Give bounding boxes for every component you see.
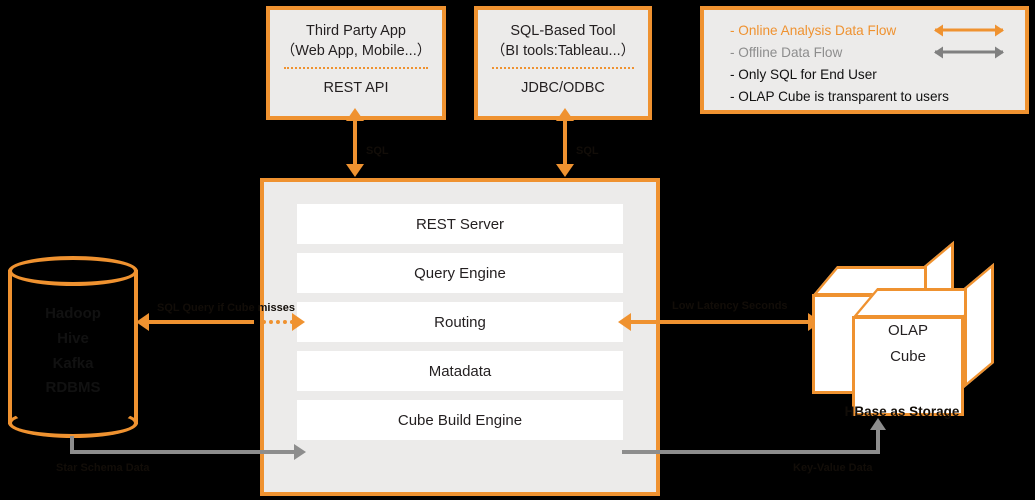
sql-flow-right-arrowhead-up — [556, 108, 574, 121]
offline-right-arrowhead-up — [870, 418, 886, 430]
legend-item-olap-transparent: - OLAP Cube is transparent to users — [704, 85, 1025, 107]
olap-cube-label-line2: Cube — [890, 348, 926, 366]
key-value-data-label: Key-Value Data — [793, 462, 873, 474]
third-party-app-box[interactable]: Third Party App （Web App, Mobile...） RES… — [266, 6, 446, 120]
datasource-label-hive: Hive — [57, 329, 89, 347]
datasource-labels: Hadoop Hive Kafka RDBMS — [8, 302, 138, 401]
low-latency-flow-label: Low Latency Seconds — [672, 300, 788, 312]
service-row-routing[interactable]: Routing — [297, 302, 623, 342]
legend-item-online-analysis: - Online Analysis Data Flow — [704, 19, 1025, 41]
offline-left-arrowhead-right — [294, 444, 306, 460]
olap-cube-group[interactable]: OLAP Cube — [812, 240, 994, 416]
legend-box: - Online Analysis Data Flow - Offline Da… — [700, 6, 1029, 114]
sql-based-tool-title: SQL-Based Tool （BI tools:Tableau...） — [478, 10, 648, 61]
cube-miss-return-dotted-line — [262, 320, 294, 324]
legend-item-online-analysis-label: - Online Analysis Data Flow — [730, 22, 897, 38]
kylin-service-rows: REST Server Query Engine Routing Matadat… — [264, 182, 656, 440]
datasource-label-rdbms: RDBMS — [45, 379, 101, 397]
third-party-app-title: Third Party App （Web App, Mobile...） — [270, 10, 442, 61]
star-schema-data-label: Star Schema Data — [56, 462, 150, 474]
service-row-matadata-label: Matadata — [428, 362, 492, 380]
sql-based-tool-title-line2: （BI tools:Tableau...） — [490, 42, 636, 59]
datasource-label-hadoop: Hadoop — [45, 305, 101, 322]
cube-miss-flow-label: SQL Query if Cube misses — [157, 302, 295, 314]
offline-left-horizontal-line — [70, 450, 296, 454]
service-row-matadata[interactable]: Matadata — [297, 351, 623, 391]
sql-flow-right-line — [563, 120, 567, 168]
cube-miss-flow-arrowhead-left — [136, 313, 149, 331]
cube-miss-return-arrowhead-right — [292, 313, 305, 331]
service-row-query-engine[interactable]: Query Engine — [297, 253, 623, 293]
service-row-cube-build-engine-label: Cube Build Engine — [397, 411, 523, 429]
sql-flow-left-arrowhead-down — [346, 164, 364, 177]
service-row-routing-label: Routing — [434, 313, 486, 331]
service-row-cube-build-engine[interactable]: Cube Build Engine — [297, 400, 623, 440]
legend-item-offline-data: - Offline Data Flow — [704, 41, 1025, 63]
double-arrow-gray-icon — [935, 45, 1003, 59]
datasource-label-kafka: Kafka — [52, 354, 94, 372]
sql-flow-left-arrowhead-up — [346, 108, 364, 121]
double-arrow-orange-icon — [935, 23, 1003, 37]
sql-flow-right-label: SQL — [576, 145, 599, 157]
sql-based-tool-box[interactable]: SQL-Based Tool （BI tools:Tableau...） JDB… — [474, 6, 652, 120]
legend-item-only-sql: - Only SQL for End User — [704, 63, 1025, 85]
offline-right-horizontal-line — [622, 450, 880, 454]
cylinder-top-ellipse — [8, 256, 138, 286]
third-party-app-title-line2: （Web App, Mobile...） — [280, 42, 432, 59]
sql-based-tool-title-line1: SQL-Based Tool — [510, 23, 616, 39]
third-party-app-title-line1: Third Party App — [306, 23, 406, 39]
third-party-app-api-label: REST API — [323, 80, 389, 97]
olap-cube-label: OLAP Cube — [852, 318, 964, 371]
legend-item-olap-transparent-label: - OLAP Cube is transparent to users — [730, 88, 949, 104]
service-row-rest-server[interactable]: REST Server — [297, 204, 623, 244]
kylin-core-panel: REST Server Query Engine Routing Matadat… — [260, 178, 660, 496]
hadoop-datasource-cylinder[interactable]: Hadoop Hive Kafka RDBMS — [8, 256, 138, 438]
cube-miss-flow-line — [148, 320, 254, 324]
low-latency-flow-line — [630, 320, 815, 324]
sql-flow-right-arrowhead-down — [556, 164, 574, 177]
service-row-rest-server-label: REST Server — [415, 215, 505, 233]
olap-cube-label-line1: OLAP — [887, 322, 929, 339]
sql-based-tool-api-label: JDBC/ODBC — [521, 80, 605, 97]
low-latency-flow-arrowhead-left — [618, 313, 631, 331]
service-row-query-engine-label: Query Engine — [414, 264, 506, 282]
sql-flow-left-line — [353, 120, 357, 168]
offline-right-vertical-line — [876, 428, 880, 452]
legend-item-only-sql-label: - Only SQL for End User — [730, 66, 877, 82]
olap-cube-front-side-face — [964, 262, 994, 388]
cylinder-bottom-ellipse — [8, 408, 138, 438]
sql-flow-left-label: SQL — [366, 145, 389, 157]
hbase-storage-label: HBase as Storage — [844, 404, 960, 419]
legend-item-offline-data-label: - Offline Data Flow — [730, 44, 843, 60]
